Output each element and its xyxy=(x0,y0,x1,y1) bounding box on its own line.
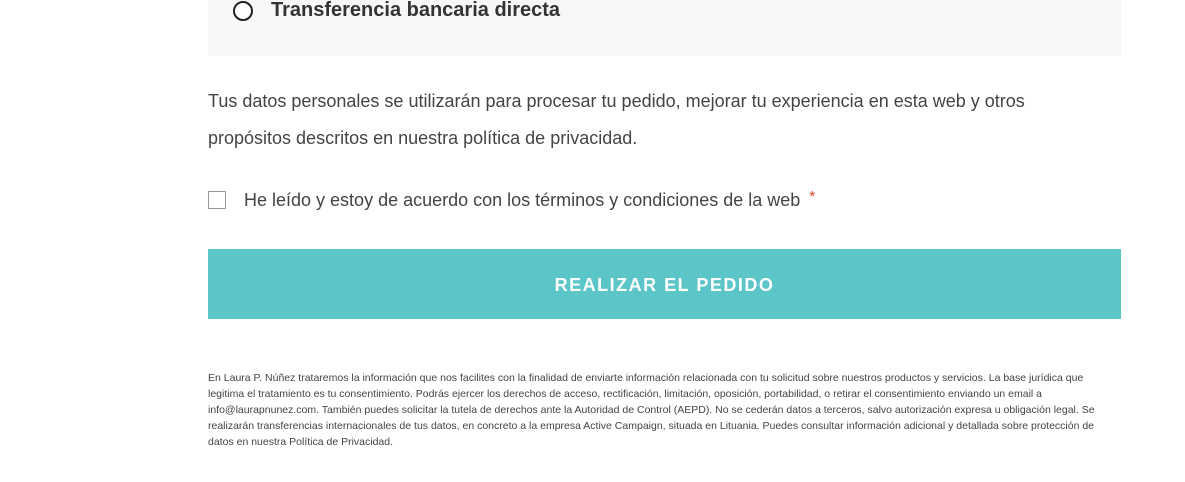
terms-label[interactable]: He leído y estoy de acuerdo con los térm… xyxy=(244,190,800,211)
terms-checkbox[interactable] xyxy=(208,191,226,209)
payment-method-box: Transferencia bancaria directa xyxy=(208,0,1121,56)
payment-option-label[interactable]: Transferencia bancaria directa xyxy=(271,0,560,22)
legal-disclaimer: En Laura P. Núñez trataremos la informac… xyxy=(208,372,1095,448)
privacy-notice: Tus datos personales se utilizarán para … xyxy=(208,91,1025,148)
required-asterisk: * xyxy=(809,187,816,205)
place-order-button[interactable]: REALIZAR EL PEDIDO xyxy=(208,249,1121,319)
payment-radio-button[interactable] xyxy=(233,1,253,21)
terms-row: He leído y estoy de acuerdo con los térm… xyxy=(208,186,815,214)
